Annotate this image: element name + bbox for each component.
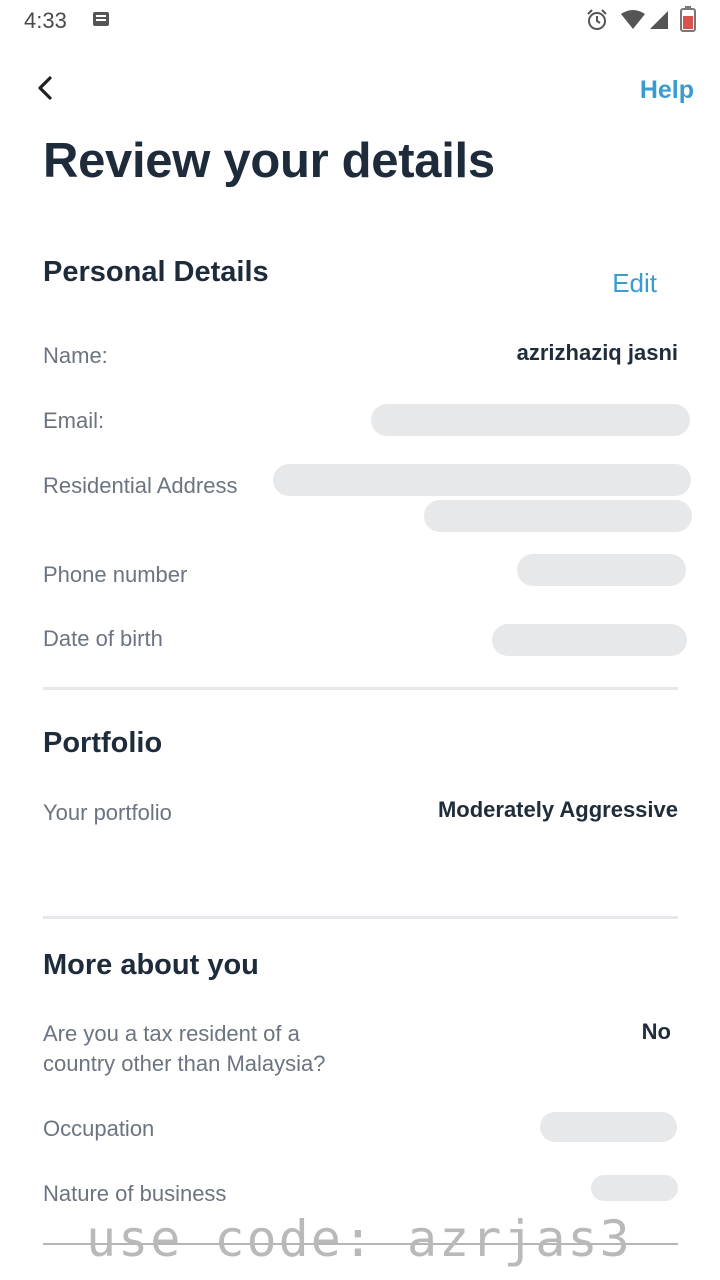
edit-button[interactable]: Edit [612,268,657,299]
your-portfolio-label: Your portfolio [43,800,172,825]
phone-number-label: Phone number [43,562,188,587]
signal-icon [650,11,668,29]
nature-of-business-redacted [591,1175,678,1201]
residential-address-label: Residential Address [43,473,238,498]
alarm-icon [587,9,607,30]
notification-note-icon [93,12,109,26]
tax-resident-question-line-1: Are you a tax resident of a [43,1021,300,1046]
email-value-redacted [371,404,690,436]
nature-of-business-label: Nature of business [43,1181,227,1206]
date-of-birth-label: Date of birth [43,626,163,651]
wifi-icon [621,10,645,29]
tax-resident-question: Are you a tax resident of a country othe… [43,1019,326,1079]
phone-number-redacted [517,554,686,586]
name-label: Name: [43,343,108,368]
occupation-label: Occupation [43,1116,155,1141]
name-value: azrizhaziq jasni [516,340,678,365]
page-title: Review your details [43,134,495,188]
more-about-you-heading: More about you [43,949,259,981]
address-line-1-redacted [273,464,691,496]
watermark-text: use code: azrjas3 [86,1210,632,1268]
tax-resident-question-line-2: country other than Malaysia? [43,1051,326,1076]
address-line-2-redacted [424,500,692,532]
back-chevron-icon[interactable] [32,72,60,104]
tax-resident-value: No [641,1019,671,1044]
section-divider [43,687,678,690]
portfolio-heading: Portfolio [43,727,163,759]
email-label: Email: [43,408,105,433]
occupation-redacted [540,1112,677,1142]
battery-icon [680,6,696,32]
status-time: 4:33 [24,8,67,33]
portfolio-value: Moderately Aggressive [437,797,678,822]
help-link[interactable]: Help [640,76,694,105]
personal-details-heading: Personal Details [43,256,269,288]
date-of-birth-redacted [492,624,687,656]
section-divider [43,916,678,919]
